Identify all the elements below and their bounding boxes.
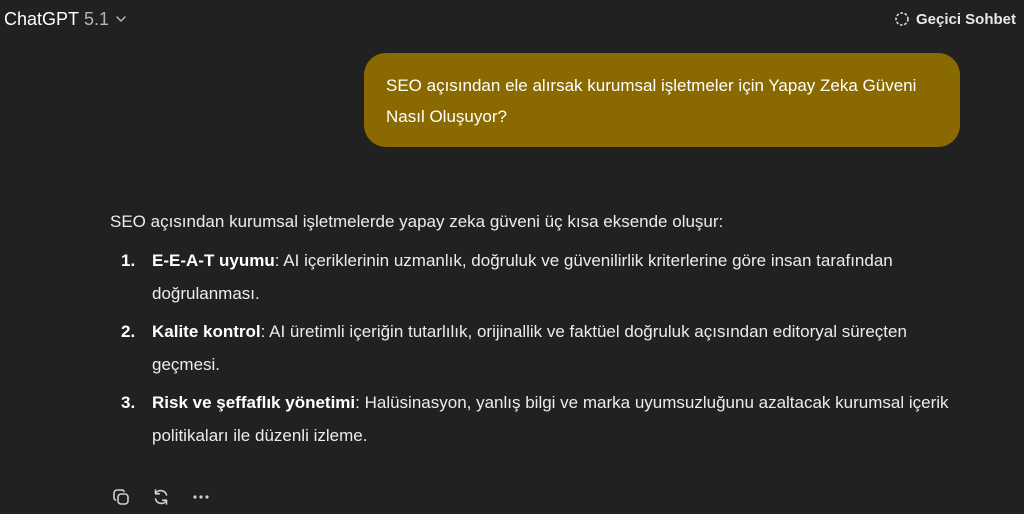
user-message-bubble: SEO açısından ele alırsak kurumsal işlet…	[364, 53, 960, 147]
chat-window: ChatGPT 5.1 Geçici Sohbet SEO açısından …	[0, 0, 1024, 514]
list-number: 3.	[121, 393, 136, 412]
model-switcher[interactable]: ChatGPT 5.1	[0, 6, 131, 32]
list-number: 1.	[121, 251, 136, 270]
list-item-title: Risk ve şeffaflık yönetimi	[152, 393, 356, 412]
list-number: 2.	[121, 322, 136, 341]
regenerate-button[interactable]	[148, 484, 174, 510]
list-item: 3. Risk ve şeffaflık yönetimi: Halüsinas…	[110, 386, 970, 452]
model-name: ChatGPT	[4, 8, 80, 29]
list-item: 2. Kalite kontrol: AI üretimli içeriğin …	[110, 315, 970, 381]
assistant-intro: SEO açısından kurumsal işletmelerde yapa…	[110, 212, 724, 231]
list-item-title: Kalite kontrol	[152, 322, 261, 341]
regenerate-icon	[154, 489, 168, 505]
list-item: 1. E-E-A-T uyumu: AI içeriklerinin uzman…	[110, 244, 970, 310]
list-item-title: E-E-A-T uyumu	[152, 251, 275, 270]
copy-icon	[113, 489, 129, 505]
chevron-down-icon	[116, 16, 126, 22]
assistant-list: 1. E-E-A-T uyumu: AI içeriklerinin uzman…	[110, 244, 970, 452]
copy-button[interactable]	[108, 484, 134, 510]
more-options-button[interactable]	[188, 484, 214, 510]
top-bar: ChatGPT 5.1 Geçici Sohbet	[0, 0, 1024, 38]
list-item-text: : AI üretimli içeriğin tutarlılık, oriji…	[152, 322, 907, 374]
model-version: 5.1	[84, 8, 110, 29]
assistant-message: SEO açısından kurumsal işletmelerde yapa…	[110, 206, 970, 457]
temporary-chat-label: Geçici Sohbet	[915, 10, 1016, 28]
dashed-circle-icon	[895, 12, 909, 26]
message-actions	[108, 484, 214, 510]
more-icon	[193, 495, 209, 499]
temporary-chat-button[interactable]: Geçici Sohbet	[894, 7, 1016, 31]
